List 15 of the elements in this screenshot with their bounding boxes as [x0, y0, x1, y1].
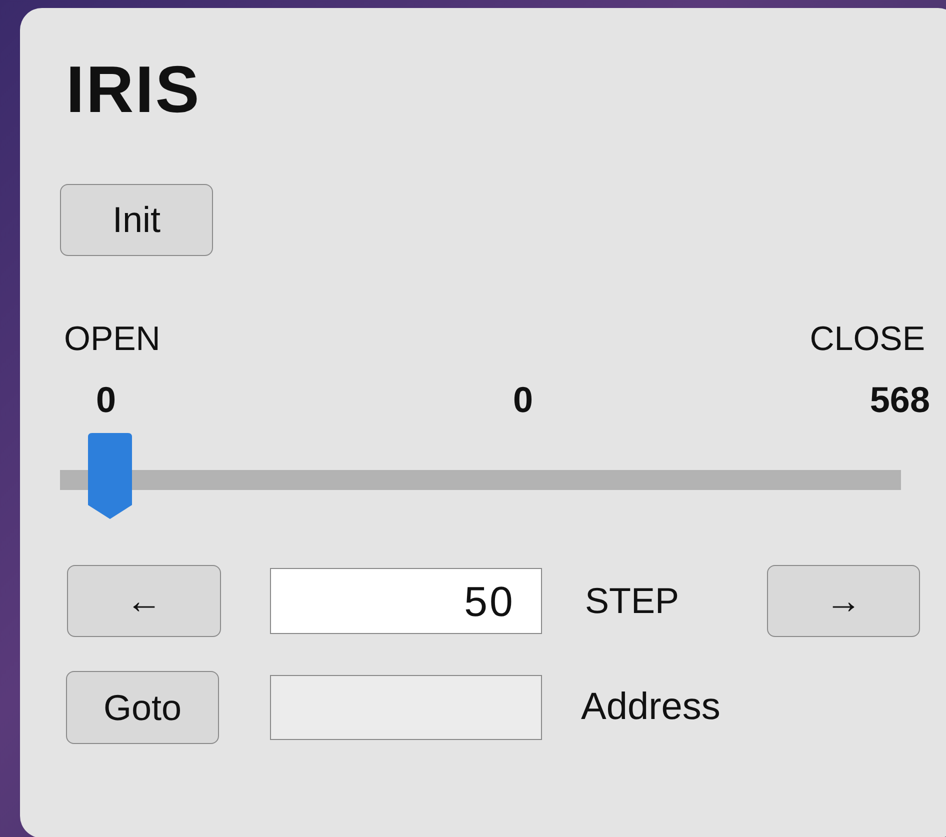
- address-field[interactable]: [270, 675, 542, 740]
- right-arrow-button[interactable]: →: [767, 565, 920, 637]
- slider-thumb[interactable]: [88, 433, 132, 519]
- init-button[interactable]: Init: [60, 184, 213, 256]
- address-label: Address: [581, 685, 720, 730]
- step-label: STEP: [585, 579, 680, 623]
- step-field[interactable]: 50: [270, 568, 542, 634]
- goto-button[interactable]: Goto: [66, 671, 219, 744]
- left-arrow-button[interactable]: ←: [67, 565, 221, 637]
- close-label: CLOSE: [810, 322, 925, 356]
- current-value: 0: [512, 382, 533, 418]
- open-label: OPEN: [64, 322, 160, 356]
- min-value: 0: [96, 382, 116, 418]
- panel-title: IRIS: [66, 56, 201, 122]
- max-value: 568: [870, 382, 930, 418]
